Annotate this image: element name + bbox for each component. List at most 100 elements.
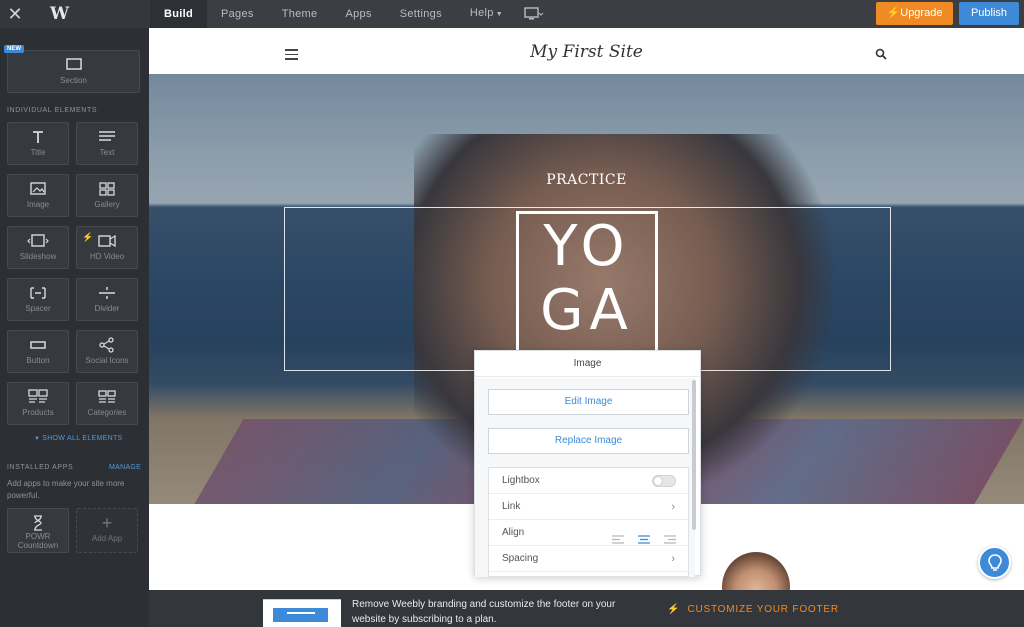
products-icon — [8, 389, 68, 405]
row-label: Spacing — [502, 553, 539, 564]
section-icon — [8, 57, 139, 73]
element-divider[interactable]: Divider — [76, 278, 138, 321]
panel-body: Edit Image Replace Image Lightbox Link ›… — [475, 378, 695, 577]
element-label: Title — [30, 148, 46, 157]
banner-text: Remove Weebly branding and customize the… — [352, 599, 616, 625]
image-options-list: Lightbox Link › Align Spacing › — [488, 467, 689, 577]
panel-scrollbar[interactable] — [692, 380, 696, 530]
profile-photo[interactable] — [722, 552, 790, 590]
element-section[interactable]: Section — [7, 50, 140, 93]
chevron-right-icon: › — [671, 553, 675, 565]
publish-button[interactable]: Publish — [959, 2, 1019, 25]
hero-word-line-2: GA — [540, 278, 634, 343]
element-label: POWR Countdown — [17, 532, 59, 550]
replace-image-button[interactable]: Replace Image — [488, 428, 689, 454]
element-title[interactable]: Title — [7, 122, 69, 165]
element-label: Divider — [94, 304, 120, 313]
element-label: Add App — [91, 534, 123, 543]
upgrade-label: Upgrade — [900, 7, 943, 19]
row-label: Lightbox — [502, 475, 540, 486]
gallery-grid-icon — [77, 181, 137, 197]
tab-apps[interactable]: Apps — [331, 0, 385, 28]
show-all-label: SHOW ALL ELEMENTS — [42, 435, 123, 442]
tab-theme[interactable]: Theme — [268, 0, 332, 28]
manage-apps-link[interactable]: MANAGE — [109, 464, 141, 471]
tab-build[interactable]: Build — [150, 0, 207, 28]
element-label: Slideshow — [19, 252, 57, 261]
hero-logo-box[interactable]: YO GA — [516, 211, 658, 359]
app-powr-countdown[interactable]: POWR Countdown — [7, 508, 69, 553]
element-label: Button — [26, 356, 50, 365]
lightning-icon: ⚡ — [82, 232, 94, 242]
element-label: Gallery — [94, 200, 120, 209]
elements-sidebar: Section NEW INDIVIDUAL ELEMENTS Title Te… — [0, 28, 149, 627]
chevron-down-icon: ▼ — [495, 11, 503, 18]
element-text[interactable]: Text — [76, 122, 138, 165]
element-products[interactable]: Products — [7, 382, 69, 425]
hero-word-line-1: YO — [543, 214, 631, 279]
element-label: Section — [60, 76, 87, 85]
tab-pages[interactable]: Pages — [207, 0, 268, 28]
customize-footer-link[interactable]: ⚡ CUSTOMIZE YOUR FOOTER — [667, 604, 839, 615]
element-label: HD Video — [89, 252, 125, 261]
align-row: Align — [489, 520, 688, 546]
footer-upsell-banner: Remove Weebly branding and customize the… — [149, 590, 1024, 627]
element-label: Social Icons — [85, 356, 129, 365]
installed-apps-heading: INSTALLED APPS — [7, 464, 74, 471]
element-button[interactable]: Button — [7, 330, 69, 373]
chevron-right-icon: › — [671, 501, 675, 513]
element-categories[interactable]: Categories — [76, 382, 138, 425]
upgrade-button[interactable]: ⚡Upgrade — [876, 2, 953, 25]
tab-help[interactable]: Help ▼ — [456, 0, 517, 29]
element-image[interactable]: Image — [7, 174, 69, 217]
individual-elements-heading: INDIVIDUAL ELEMENTS — [7, 107, 98, 114]
spacing-row[interactable]: Spacing › — [489, 546, 688, 572]
element-label: Text — [99, 148, 115, 157]
lightbox-toggle[interactable] — [652, 475, 676, 487]
hourglass-icon — [8, 515, 68, 531]
close-icon[interactable]: ✕ — [0, 0, 30, 28]
spacer-icon — [8, 285, 68, 301]
toolbar-left: ✕ W — [0, 0, 150, 28]
link-row[interactable]: Link › — [489, 494, 688, 520]
new-badge: NEW — [4, 45, 24, 53]
tab-settings[interactable]: Settings — [386, 0, 456, 28]
apps-description: Add apps to make your site more powerful… — [7, 479, 125, 500]
plus-icon: + — [101, 513, 113, 533]
text-lines-icon — [77, 129, 137, 145]
image-icon — [8, 181, 68, 197]
show-all-elements-link[interactable]: ▼ SHOW ALL ELEMENTS — [34, 435, 123, 442]
panel-title: Image — [475, 351, 700, 377]
top-toolbar: ✕ W Build Pages Theme Apps Settings Help… — [0, 0, 1024, 28]
share-icon — [77, 337, 137, 353]
element-label: Image — [26, 200, 50, 209]
element-slideshow[interactable]: Slideshow — [7, 226, 69, 269]
element-spacer[interactable]: Spacer — [7, 278, 69, 321]
element-label: Spacer — [25, 304, 51, 313]
tab-help-label: Help — [469, 7, 494, 19]
element-label: Categories — [87, 408, 127, 417]
slideshow-icon — [8, 233, 68, 249]
lightbox-row[interactable]: Lightbox — [489, 468, 688, 494]
row-label: Align — [502, 527, 525, 538]
main-nav: Build Pages Theme Apps Settings Help ▼ — [150, 0, 551, 28]
device-preview-icon[interactable] — [517, 5, 551, 23]
element-gallery[interactable]: Gallery — [76, 174, 138, 217]
element-social-icons[interactable]: Social Icons — [76, 330, 138, 373]
site-title[interactable]: My First Site — [149, 42, 1024, 62]
search-icon[interactable] — [875, 47, 887, 65]
weebly-editor: ✕ W Build Pages Theme Apps Settings Help… — [0, 0, 1024, 627]
add-app-button[interactable]: + Add App — [76, 508, 138, 553]
lightbulb-icon — [987, 554, 1003, 577]
element-label: Products — [22, 408, 54, 417]
lightning-icon: ⚡ — [886, 7, 901, 19]
lightning-icon: ⚡ — [667, 604, 681, 615]
button-icon — [8, 337, 68, 353]
image-settings-panel: Image Edit Image Replace Image Lightbox … — [474, 350, 701, 577]
edit-image-button[interactable]: Edit Image — [488, 389, 689, 415]
help-button[interactable] — [978, 546, 1011, 579]
chevron-down-icon: ▼ — [34, 436, 43, 442]
customize-footer-label: CUSTOMIZE YOUR FOOTER — [687, 604, 839, 615]
site-header: My First Site — [149, 28, 1024, 74]
hero-kicker[interactable]: PRACTICE — [149, 172, 1024, 188]
